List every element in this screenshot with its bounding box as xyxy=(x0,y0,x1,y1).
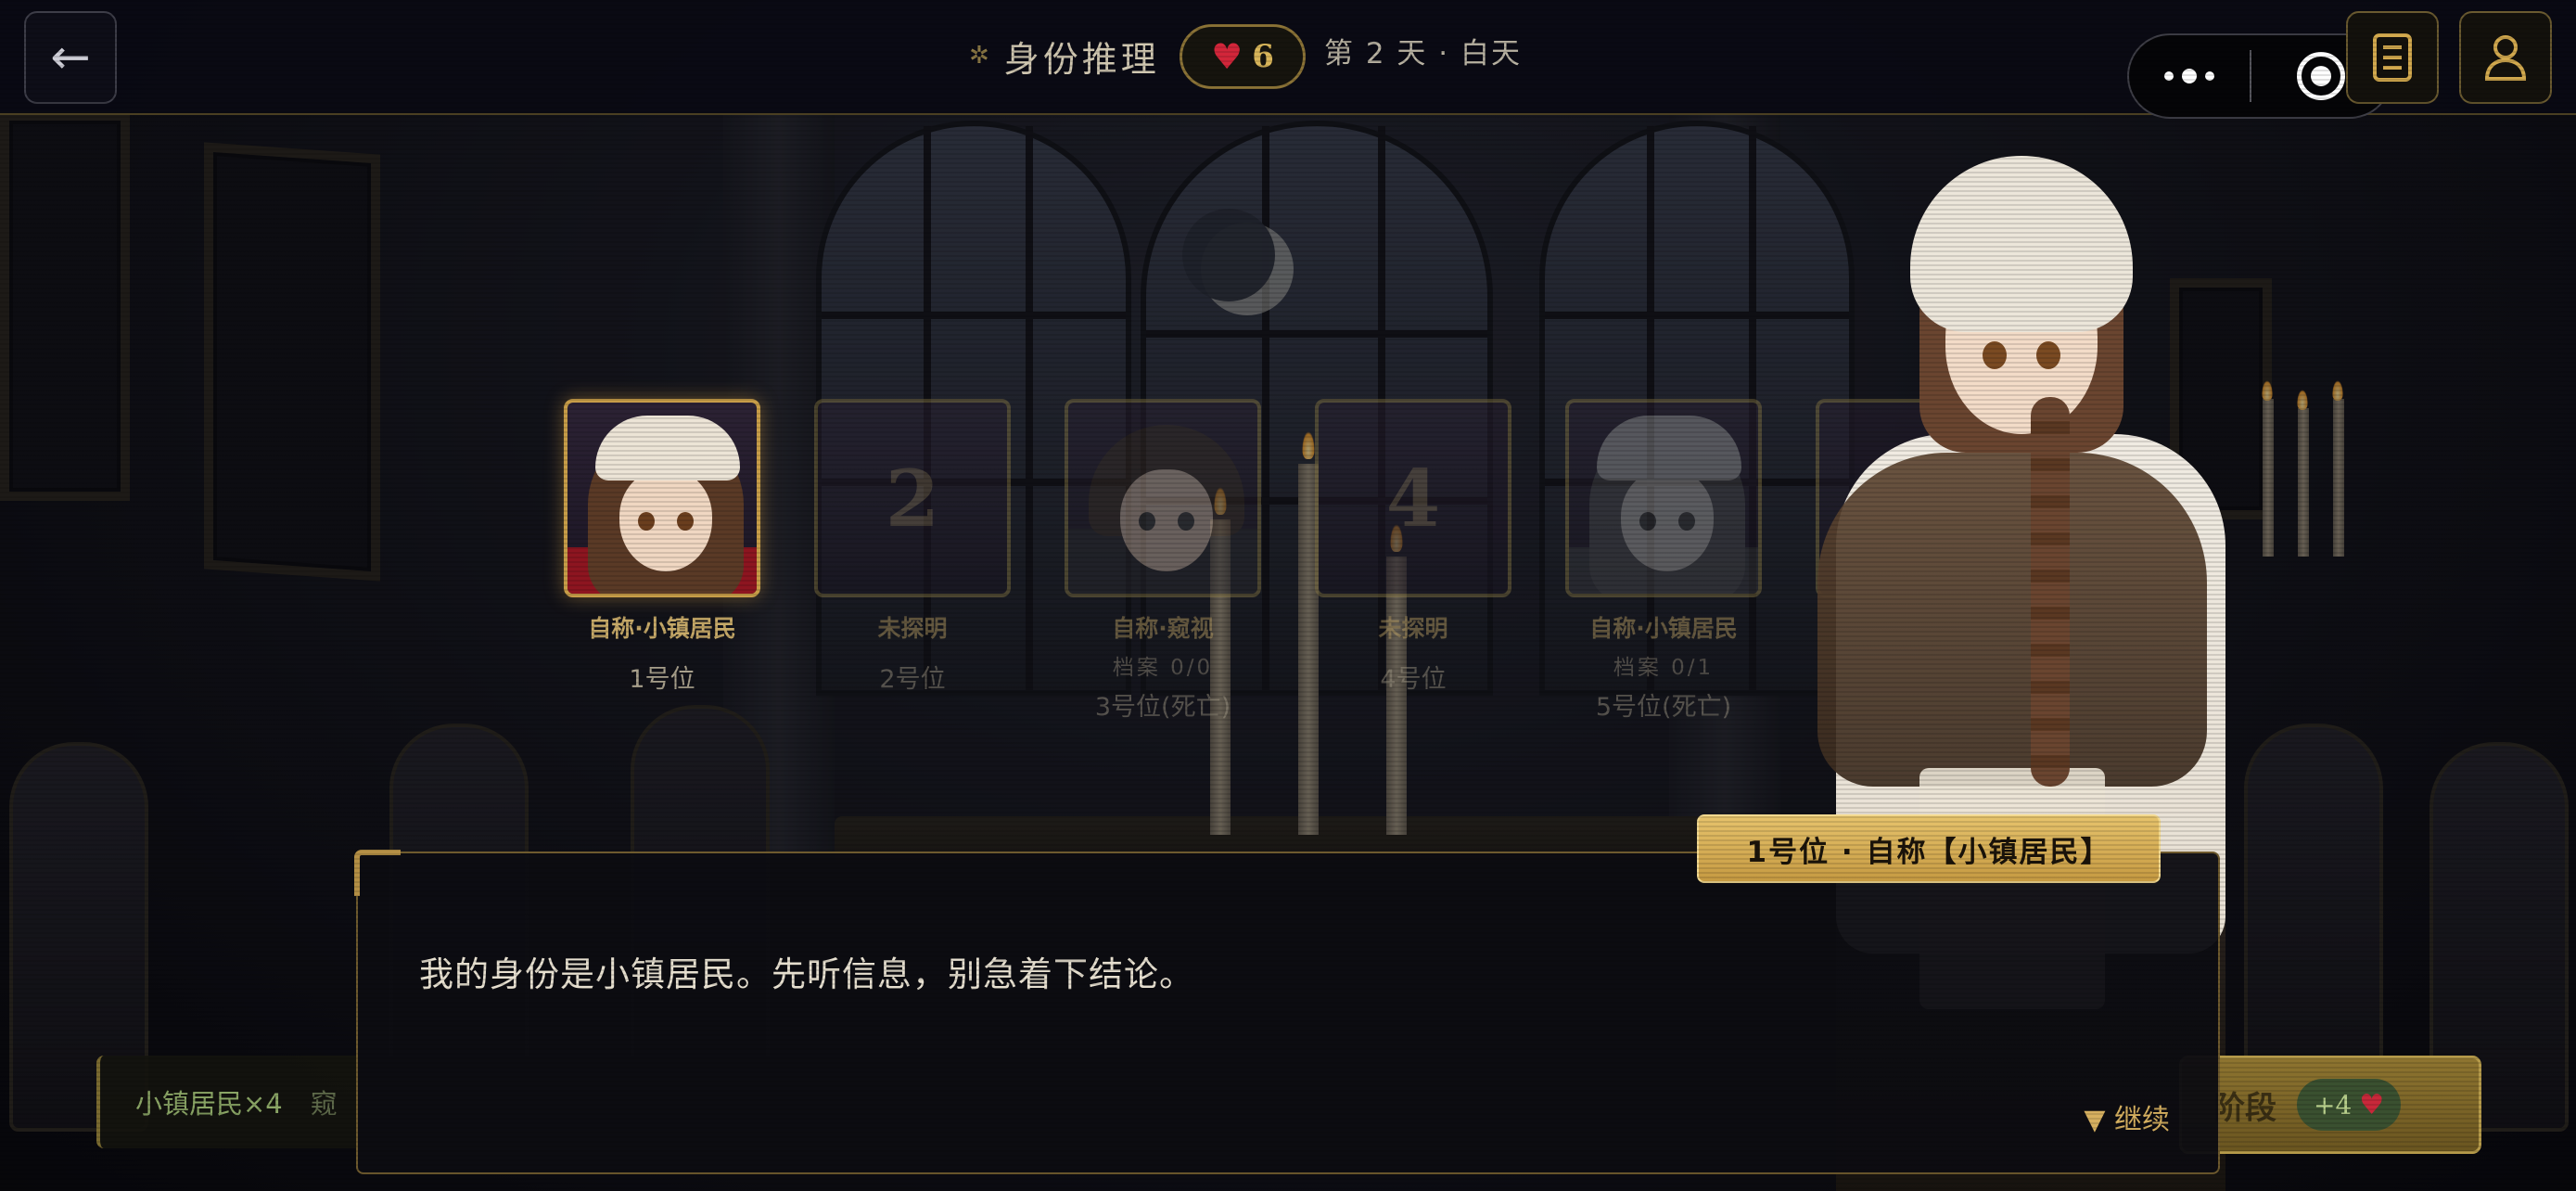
user-icon xyxy=(2484,35,2527,81)
page-title: 身份推理 xyxy=(1003,38,1160,80)
slot-claim: 自称·窥视 xyxy=(1112,615,1214,642)
slot-position: 3号位(死亡) xyxy=(1094,693,1231,722)
slot-card[interactable]: 4 xyxy=(1315,399,1511,597)
lives-count: 6 xyxy=(1252,38,1274,75)
player-slot-4[interactable]: 4 未探明 4号位 xyxy=(1315,399,1511,695)
slot-claim: 自称·小镇居民 xyxy=(1589,615,1738,642)
day-phase-label: 第 2 天 · 白天 xyxy=(1324,37,1522,70)
heart-icon: ♥ xyxy=(1211,36,1243,77)
slot-archive: 档案 0/1 xyxy=(1613,656,1715,680)
slot-number: 2 xyxy=(885,452,940,544)
next-phase-button[interactable]: 阶段 +4 ♥ xyxy=(2179,1056,2481,1154)
slot-claim: 未探明 xyxy=(1378,615,1448,642)
title-group: ✲ 身份推理 xyxy=(969,22,1160,89)
player-portrait xyxy=(1068,403,1257,594)
continue-button[interactable]: ▼ 继续 xyxy=(2084,1096,2170,1137)
top-bar: ← ✲ 身份推理 ♥ 6 第 2 天 · 白天 xyxy=(0,0,2576,119)
slot-claim: 自称·小镇居民 xyxy=(588,615,736,642)
player-portrait xyxy=(1569,403,1758,594)
slot-card[interactable]: 2 xyxy=(814,399,1011,597)
speaker-name-tag: 1号位 · 自称【小镇居民】 xyxy=(1697,814,2161,883)
dialogue-box[interactable]: 我的身份是小镇居民。先听信息，别急着下结论。 ▼ 继续 xyxy=(354,850,2220,1174)
lives-counter: ♥ 6 xyxy=(1180,24,1306,89)
slot-number: 4 xyxy=(1385,452,1441,544)
player-slot-5[interactable]: 自称·小镇居民 档案 0/1 5号位(死亡) xyxy=(1565,399,1762,723)
slot-position: 4号位 xyxy=(1380,665,1447,694)
slot-card[interactable] xyxy=(564,399,760,597)
heart-icon: ♥ xyxy=(2359,1088,2385,1121)
role-count: 窥 xyxy=(310,1088,338,1120)
slot-claim: 未探明 xyxy=(877,615,948,642)
slot-position: 5号位(死亡) xyxy=(1595,693,1732,722)
back-arrow-icon: ← xyxy=(50,30,91,85)
slot-archive: 档案 0/0 xyxy=(1112,656,1214,680)
profile-button[interactable] xyxy=(2459,11,2552,104)
phase-label: 阶段 xyxy=(2213,1089,2276,1127)
player-portrait xyxy=(567,403,757,594)
phase-bonus-badge: +4 ♥ xyxy=(2297,1079,2402,1131)
notebook-button[interactable] xyxy=(2346,11,2439,104)
phase-bonus-value: +4 xyxy=(2314,1089,2353,1121)
slot-card[interactable] xyxy=(1065,399,1261,597)
compass-icon: ✲ xyxy=(969,42,989,70)
role-count: 小镇居民×4 xyxy=(135,1088,283,1120)
slot-position: 2号位 xyxy=(879,665,946,694)
more-menu-icon[interactable] xyxy=(2129,35,2250,117)
notebook-icon xyxy=(2373,33,2412,82)
player-slot-1[interactable]: 自称·小镇居民 1号位 xyxy=(564,399,760,695)
dialogue-text: 我的身份是小镇居民。先听信息，别急着下结论。 xyxy=(419,954,1194,994)
player-slot-2[interactable]: 2 未探明 2号位 xyxy=(814,399,1011,695)
slot-position: 1号位 xyxy=(629,665,695,694)
player-slot-3[interactable]: 自称·窥视 档案 0/0 3号位(死亡) xyxy=(1065,399,1261,723)
back-button[interactable]: ← xyxy=(24,11,117,104)
slot-card[interactable] xyxy=(1565,399,1762,597)
